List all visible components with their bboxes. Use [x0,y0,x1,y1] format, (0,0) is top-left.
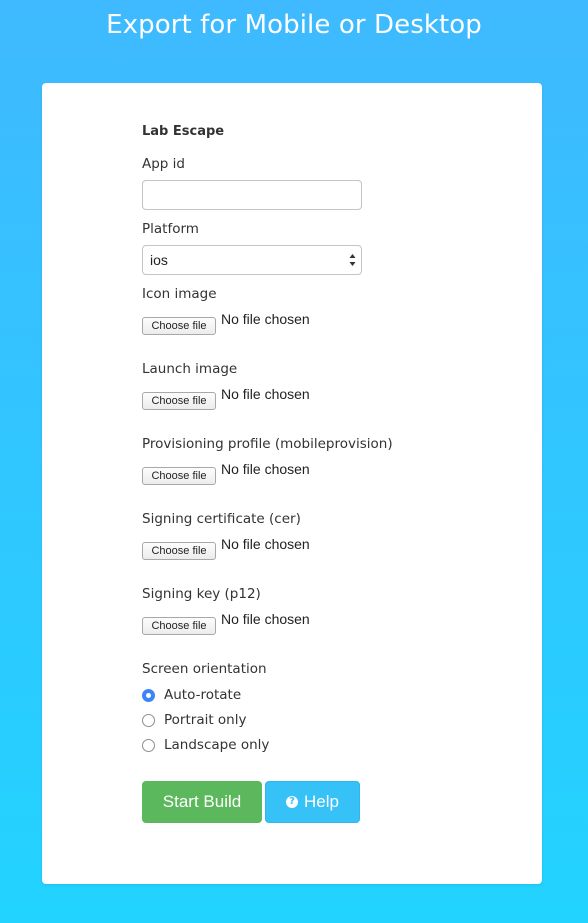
provisioning-profile-label: Provisioning profile (mobileprovision) [142,436,393,452]
signing-key-choose-file-button[interactable]: Choose file [142,617,216,635]
launch-image-label: Launch image [142,361,238,377]
app-id-label: App id [142,156,185,172]
signing-key-label: Signing key (p12) [142,586,261,602]
radio-label-landscape-only: Landscape only [164,737,270,753]
radio-landscape-only[interactable] [142,738,155,752]
export-card: Lab Escape App id Platform ios Icon imag… [42,83,542,884]
provisioning-profile-choose-file-button[interactable]: Choose file [142,467,216,485]
signing-key-file-status: No file chosen [221,611,310,627]
orientation-option-portrait-only[interactable]: Portrait only [142,711,246,729]
orientation-option-landscape-only[interactable]: Landscape only [142,736,269,754]
signing-certificate-file-status: No file chosen [221,536,310,552]
provisioning-profile-file-status: No file chosen [221,461,310,477]
icon-image-file-status: No file chosen [221,311,310,327]
signing-certificate-choose-file-button[interactable]: Choose file [142,542,216,560]
radio-auto-rotate[interactable] [142,688,155,702]
select-arrows-icon [349,254,356,266]
launch-image-choose-file-button[interactable]: Choose file [142,392,216,410]
platform-label: Platform [142,221,199,237]
help-button[interactable]: ? Help [265,781,360,823]
app-name: Lab Escape [142,124,225,139]
screen-orientation-label: Screen orientation [142,661,267,677]
app-id-input[interactable] [142,180,362,210]
radio-label-portrait-only: Portrait only [164,712,247,728]
signing-certificate-label: Signing certificate (cer) [142,511,301,527]
radio-portrait-only[interactable] [142,713,155,727]
start-build-button[interactable]: Start Build [142,781,262,823]
platform-select[interactable]: ios [142,245,362,275]
launch-image-file-status: No file chosen [221,386,310,402]
platform-selected-value: ios [150,252,168,268]
radio-label-auto-rotate: Auto-rotate [164,687,242,703]
icon-image-label: Icon image [142,286,217,302]
start-build-label: Start Build [162,792,242,811]
icon-image-choose-file-button[interactable]: Choose file [142,317,216,335]
help-label: Help [304,792,339,811]
orientation-option-auto-rotate[interactable]: Auto-rotate [142,686,241,704]
page-title: Export for Mobile or Desktop [106,10,482,40]
question-circle-icon: ? [286,796,299,808]
